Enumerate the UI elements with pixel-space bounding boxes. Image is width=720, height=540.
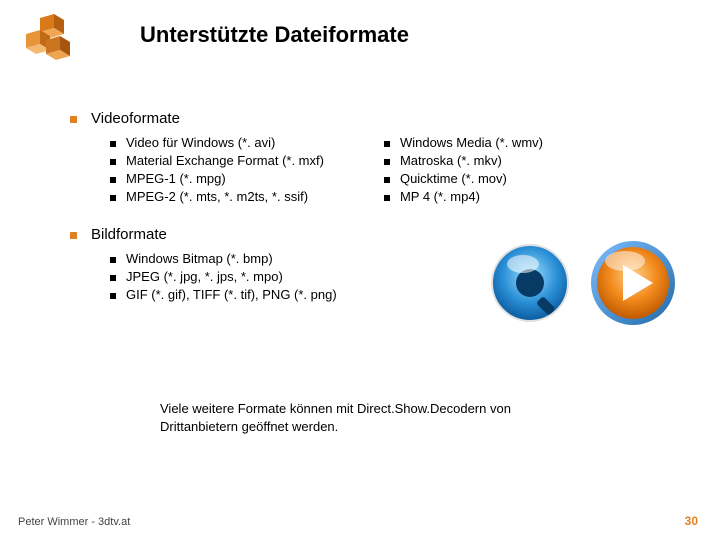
bullet-icon — [110, 159, 116, 165]
bullet-icon — [384, 177, 390, 183]
section-heading: Bildformate — [91, 226, 167, 243]
list-item: Material Exchange Format (*. mxf) — [110, 153, 324, 168]
bullet-icon — [384, 159, 390, 165]
list-item: JPEG (*. jpg, *. jps, *. mpo) — [110, 269, 337, 284]
media-icons — [485, 235, 680, 330]
bullet-icon — [110, 275, 116, 281]
bullet-icon — [110, 293, 116, 299]
list-item: Windows Media (*. wmv) — [384, 135, 543, 150]
video-left-list: Video für Windows (*. avi) Material Exch… — [110, 135, 324, 204]
list-item: MP 4 (*. mp4) — [384, 189, 543, 204]
footnote-text: Viele weitere Formate können mit Direct.… — [160, 400, 560, 435]
logo-icon — [20, 10, 80, 70]
footer-page-number: 30 — [685, 514, 698, 528]
list-item: GIF (*. gif), TIFF (*. tif), PNG (*. png… — [110, 287, 337, 302]
list-item: Matroska (*. mkv) — [384, 153, 543, 168]
list-item: MPEG-1 (*. mpg) — [110, 171, 324, 186]
list-item: MPEG-2 (*. mts, *. m2ts, *. ssif) — [110, 189, 324, 204]
bullet-icon — [70, 232, 77, 239]
bullet-icon — [110, 257, 116, 263]
section-video: Videoformate — [70, 110, 690, 127]
section-heading: Videoformate — [91, 110, 180, 127]
bullet-icon — [110, 141, 116, 147]
quicktime-icon — [485, 238, 575, 328]
slide-title: Unterstützte Dateiformate — [140, 22, 409, 48]
video-right-list: Windows Media (*. wmv) Matroska (*. mkv)… — [384, 135, 543, 204]
list-item: Video für Windows (*. avi) — [110, 135, 324, 150]
footer-author: Peter Wimmer - 3dtv.at — [18, 516, 130, 528]
windows-media-player-icon — [585, 235, 680, 330]
bullet-icon — [110, 177, 116, 183]
list-item: Quicktime (*. mov) — [384, 171, 543, 186]
list-item: Windows Bitmap (*. bmp) — [110, 251, 337, 266]
bullet-icon — [110, 195, 116, 201]
image-list: Windows Bitmap (*. bmp) JPEG (*. jpg, *.… — [110, 251, 337, 302]
bullet-icon — [384, 141, 390, 147]
bullet-icon — [384, 195, 390, 201]
bullet-icon — [70, 116, 77, 123]
